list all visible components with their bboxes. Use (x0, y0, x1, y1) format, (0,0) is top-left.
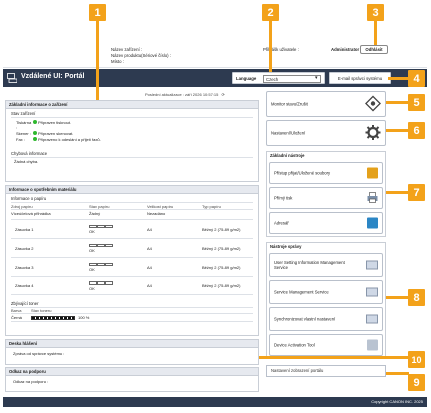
last-update-text: Poslední aktualizace : září 2026 10:57:1… (145, 92, 219, 97)
toner-level-fill (32, 316, 74, 319)
paper-info-title: Informace o papíru (11, 196, 47, 201)
callout-6-line (386, 129, 409, 132)
support-link-label[interactable]: Odkaz na podporu : (6, 376, 258, 387)
language-selector[interactable]: Language Czech ▾ (232, 72, 325, 84)
status-ok-icon (33, 137, 37, 141)
callout-3-line (374, 18, 377, 45)
consumables-panel: Informace o spotřebním materiálu Informa… (5, 185, 259, 336)
language-select[interactable]: Czech (263, 74, 321, 83)
status-row-printer: Tiskárna : Připraven tisknout. (16, 120, 72, 130)
callout-8: 8 (408, 289, 425, 306)
location-label: Místo : (111, 59, 124, 64)
callout-9-line (386, 372, 409, 375)
callout-4: 4 (408, 70, 425, 87)
basic-info-panel: Základní informace o zařízení Stav zaříz… (5, 100, 259, 182)
chevron-down-icon: ▾ (315, 75, 318, 81)
status-row-scanner: Skener : Připraven skenovat. (16, 131, 74, 136)
language-label: Language (236, 76, 257, 81)
toner-level-bar (31, 315, 75, 320)
settings-button[interactable]: Nastavení/Uložení (266, 120, 386, 146)
gear-icon (365, 125, 381, 142)
callout-5-line (386, 101, 409, 104)
message-board-label: Zpráva od správce systému : (13, 351, 65, 356)
footer: Copyright CANON INC. 2025 (3, 397, 427, 407)
direct-print-button[interactable]: Přímý tisk (269, 187, 383, 209)
table-row: Zásuvka 4 OK A4 Běžný 2 (75-89 g/m2) (11, 276, 253, 295)
callout-5: 5 (408, 94, 425, 111)
email-admin-button[interactable]: E-mail správci systému (329, 72, 391, 84)
status-ok-icon (33, 131, 37, 135)
callout-7-line (386, 191, 409, 194)
copyright: Copyright CANON INC. 2025 (371, 399, 423, 404)
service-icon (366, 287, 378, 297)
product-name-label: Název produktu(Sériové číslo) : (111, 53, 171, 58)
paper-level-meter: OK (89, 224, 147, 234)
callout-2-line (269, 18, 272, 72)
support-title: Odkaz na podporu (6, 368, 258, 376)
toner-row: Černá 100 % (11, 313, 253, 322)
basic-tools-title: Základní nástroje (270, 153, 305, 158)
address-book-icon (367, 217, 378, 229)
status-row-fax: Fax : Připraveno k odeslání a přijetí fa… (16, 137, 101, 142)
portal-icon (7, 73, 18, 83)
status-monitor-icon (365, 95, 381, 113)
management-tools-panel: Nástroje správy User Setting Information… (266, 242, 386, 358)
paper-level-meter: OK (89, 281, 147, 291)
table-row: Zásuvka 3 OK A4 Běžný 2 (75-89 g/m2) (11, 257, 253, 276)
management-tools-title: Nástroje správy (270, 244, 302, 249)
callout-10: 10 (408, 351, 425, 368)
consumables-title: Informace o spotřebním materiálu (6, 186, 258, 194)
status-ok-icon (33, 120, 37, 124)
message-board-panel: Deska hlášení Zpráva od správce systému … (5, 339, 259, 365)
error-info-title: Chybová informace (11, 151, 48, 156)
paper-level-meter: OK (89, 262, 147, 272)
service-management-button[interactable]: Service Management Service (269, 280, 383, 304)
message-board-title: Deska hlášení (6, 340, 258, 348)
device-info-header: Název zařízení : Název produktu(Sériové … (3, 44, 427, 68)
error-info-value: Žádná chyba. (11, 157, 253, 165)
toner-title: Zbývající toner (11, 301, 39, 306)
paper-table-header: Zdroj papíru Stav papíru Velikost papíru… (11, 202, 253, 209)
callout-1-line (96, 18, 99, 100)
table-row: Zásuvka 2 OK A4 Běžný 2 (75-89 g/m2) (11, 238, 253, 257)
device-name-label: Název zařízení : (111, 47, 143, 52)
login-user-value: Administrator (331, 47, 360, 52)
callout-1: 1 (89, 4, 106, 21)
portal-display-settings-link[interactable]: Nastavení zobrazení portálu (266, 365, 386, 377)
paper-level-meter: OK (89, 243, 147, 253)
callout-9: 9 (408, 374, 425, 391)
callout-3: 3 (367, 4, 384, 21)
device-status-title: Stav zařízení (11, 111, 36, 116)
callout-8-line (386, 296, 409, 299)
user-setting-service-button[interactable]: User Setting Information Management Serv… (269, 253, 383, 277)
basic-tools-panel: Základní nástroje Přístup přijat/Uložené… (266, 151, 386, 237)
logout-button[interactable]: Odhlásit (360, 45, 388, 54)
callout-2: 2 (262, 4, 279, 21)
callout-4-line (388, 77, 409, 80)
printer-icon (367, 192, 378, 204)
service-icon (366, 260, 378, 270)
support-panel: Odkaz na podporu Odkaz na podporu : (5, 367, 259, 392)
sync-settings-button[interactable]: Synchronizovat vlastní nastavení (269, 307, 383, 331)
address-book-button[interactable]: Adresář (269, 212, 383, 234)
inbox-icon (367, 167, 378, 179)
activation-icon (367, 339, 378, 351)
refresh-icon[interactable]: ⟳ (222, 92, 225, 97)
basic-info-title: Základní informace o zařízení (6, 101, 258, 109)
status-monitor-button[interactable]: Monitor stavu/Zrušit (266, 91, 386, 117)
table-row: Víceúčelová přihrádka Žádný Nezadáno (11, 209, 253, 219)
app-title: Vzdálené UI: Portál (21, 73, 85, 80)
callout-6: 6 (408, 122, 425, 139)
callout-7: 7 (408, 184, 425, 201)
callout-10-line (259, 356, 409, 359)
device-activation-button[interactable]: Device Activation Tool (269, 334, 383, 356)
last-update: Poslední aktualizace : září 2026 10:57:1… (145, 92, 225, 97)
top-bar: Vzdálené UI: Portál Language Czech ▾ E-m… (3, 69, 427, 87)
service-icon (366, 314, 378, 324)
table-row: Zásuvka 1 OK A4 Běžný 2 (75-89 g/m2) (11, 219, 253, 238)
received-files-button[interactable]: Přístup přijat/Uložené soubory (269, 162, 383, 184)
